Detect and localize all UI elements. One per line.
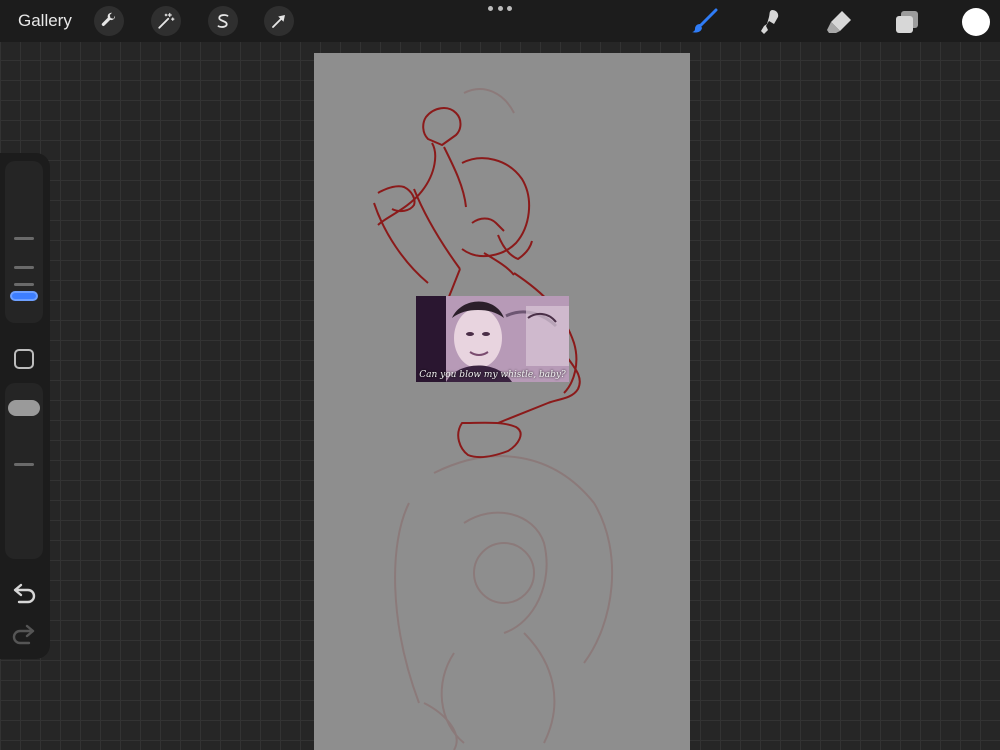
opacity-slider[interactable] xyxy=(5,383,43,559)
redo-icon[interactable] xyxy=(12,624,36,651)
undo-icon[interactable] xyxy=(12,583,36,610)
top-toolbar: Gallery xyxy=(0,0,1000,42)
slider-tick xyxy=(14,237,34,240)
brush-icon[interactable] xyxy=(690,8,718,36)
transform-arrow-icon[interactable] xyxy=(264,6,294,36)
gallery-button[interactable]: Gallery xyxy=(18,11,72,31)
drawing-canvas[interactable] xyxy=(314,53,690,750)
photo-caption: Can you blow my whistle, baby? xyxy=(419,370,566,380)
modify-button[interactable] xyxy=(14,349,34,369)
selection-s-icon[interactable] xyxy=(208,6,238,36)
brush-size-slider[interactable] xyxy=(5,161,43,323)
color-picker-button[interactable] xyxy=(962,8,990,36)
slider-tick xyxy=(14,266,34,269)
brush-size-handle[interactable] xyxy=(10,291,38,301)
slider-tick xyxy=(14,283,34,286)
sketch-drawing xyxy=(373,88,614,750)
eraser-icon[interactable] xyxy=(825,8,853,36)
more-options-icon[interactable] xyxy=(488,6,512,14)
left-sidebar xyxy=(0,153,50,659)
layers-icon[interactable] xyxy=(893,8,921,36)
smudge-icon[interactable] xyxy=(757,8,785,36)
magic-wand-icon[interactable] xyxy=(151,6,181,36)
opacity-handle[interactable] xyxy=(8,400,40,416)
wrench-icon[interactable] xyxy=(94,6,124,36)
reference-photo[interactable]: Can you blow my whistle, baby? xyxy=(416,296,569,382)
slider-tick xyxy=(14,463,34,466)
